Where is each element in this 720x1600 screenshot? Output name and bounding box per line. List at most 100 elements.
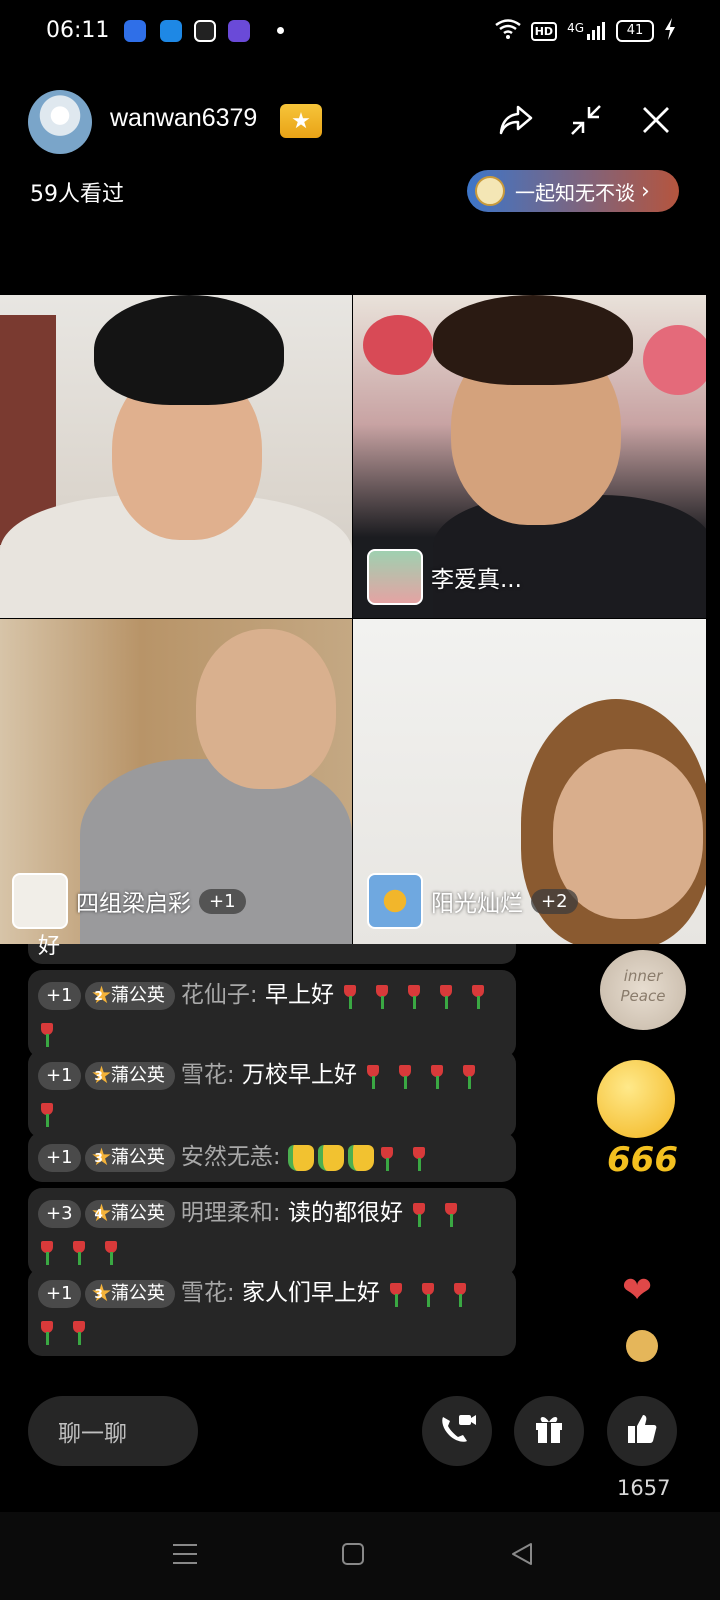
chevron-right-icon: › [641, 178, 650, 204]
fan-club-name: 蒲公英 [110, 1282, 165, 1304]
status-time: 06:11 [46, 18, 110, 43]
video-tile-participant-3[interactable]: 阳光灿烂 +2 [353, 619, 706, 944]
tulip-emoji-icon [442, 1201, 460, 1227]
tulip-emoji-icon [70, 1319, 88, 1345]
fan-badge: ★3 蒲公英 [84, 1143, 175, 1172]
chat-message[interactable]: +1 ★2 蒲公英 花仙子: 早上好 [28, 970, 516, 1058]
back-icon[interactable] [510, 1542, 534, 1570]
tulip-emoji-icon [387, 1281, 405, 1307]
tulip-emoji-icon [469, 983, 487, 1009]
wifi-icon [494, 19, 521, 43]
chat-message[interactable]: +3 ★4 蒲公英 明理柔和: 读的都很好 [28, 1188, 516, 1276]
chat-text: 家人们早上好 [241, 1280, 380, 1306]
charging-icon [664, 18, 676, 44]
tulip-emoji-icon [428, 1063, 446, 1089]
fan-club-name: 蒲公英 [110, 1202, 165, 1224]
video-call-icon [437, 1411, 477, 1451]
emoji-666-sticker: 666 [597, 1060, 687, 1190]
like-button[interactable] [607, 1396, 677, 1466]
gift-button[interactable] [514, 1396, 584, 1466]
like-count: 1657 [617, 1476, 671, 1500]
participant-label-3: 阳光灿烂 +2 [367, 873, 578, 929]
video-person-face [196, 629, 336, 789]
chat-sender[interactable]: 雪花: [181, 1280, 235, 1306]
chat-message[interactable]: +1 ★3 蒲公英 雪花: 万校早上好 [28, 1050, 516, 1138]
user-level-badge: +1 [38, 1279, 81, 1308]
chat-input-placeholder: 聊一聊 [58, 1421, 127, 1447]
thumbs-up-emoji-icon [287, 1144, 314, 1171]
chat-input[interactable]: 聊一聊 [28, 1396, 198, 1466]
system-nav-bar [0, 1512, 720, 1600]
participant-avatar[interactable] [12, 873, 68, 929]
chat-text: 好 [38, 934, 61, 959]
tulip-emoji-icon [373, 983, 391, 1009]
tulip-emoji-icon [451, 1281, 469, 1307]
thumbs-up-emoji-icon [347, 1144, 374, 1171]
video-person-hair [94, 295, 284, 405]
notification-dot [277, 27, 284, 34]
thumbs-up-emoji-icon [317, 1144, 344, 1171]
thinking-emoji-icon [626, 1330, 658, 1362]
peony-decor [643, 325, 706, 395]
chat-message[interactable]: +1 ★3 蒲公英 雪花: 家人们早上好 [28, 1268, 516, 1356]
smiley-icon [597, 1060, 675, 1138]
participant-level-badge: +2 [531, 888, 578, 914]
tulip-emoji-icon [396, 1063, 414, 1089]
participant-avatar[interactable] [367, 549, 423, 605]
status-bar: 06:11 HD 4G 41 [0, 0, 720, 64]
app-icon-cloud [160, 20, 182, 42]
tulip-emoji-icon [410, 1145, 428, 1171]
battery-level: 41 [626, 23, 644, 38]
tulip-emoji-icon [378, 1145, 396, 1171]
close-icon[interactable] [634, 98, 678, 142]
emoji-666-text: 666 [607, 1140, 678, 1180]
topic-label: 一起知无不谈 [515, 180, 635, 205]
minimize-icon[interactable] [564, 98, 608, 142]
chat-text: 早上好 [264, 982, 334, 1008]
tulip-emoji-icon [341, 983, 359, 1009]
video-tile-participant-2[interactable]: 四组梁启彩 +1 [0, 619, 352, 944]
chat-sender[interactable]: 明理柔和: [181, 1200, 281, 1226]
participant-name: 阳光灿烂 [431, 891, 523, 917]
chat-sender[interactable]: 花仙子: [181, 982, 258, 1008]
participant-label-2: 四组梁启彩 +1 [12, 873, 246, 929]
gift-icon [532, 1412, 566, 1450]
home-icon[interactable] [341, 1542, 365, 1570]
menu-icon[interactable] [172, 1542, 198, 1570]
chat-sender[interactable]: 安然无恙: [181, 1144, 281, 1170]
thumbs-up-icon [625, 1412, 659, 1450]
heart-icon: ❤ [622, 1270, 653, 1311]
host-avatar[interactable] [28, 90, 92, 154]
tulip-emoji-icon [405, 983, 423, 1009]
chat-text: 读的都很好 [287, 1200, 403, 1226]
tulip-emoji-icon [437, 983, 455, 1009]
share-icon[interactable] [494, 98, 538, 142]
user-level-badge: +1 [38, 981, 81, 1010]
peony-decor [363, 315, 433, 375]
chat-message[interactable]: +1 ★3 蒲公英 安然无恙: [28, 1132, 516, 1182]
host-username[interactable]: wanwan6379 [110, 104, 257, 133]
chat-sender[interactable]: 雪花: [181, 1062, 235, 1088]
user-level-badge: +1 [38, 1143, 81, 1172]
app-icon-arrow [194, 20, 216, 42]
baidu-icon [124, 20, 146, 42]
tulip-emoji-icon [38, 1239, 56, 1265]
viewer-count: 59人看过 [30, 182, 124, 207]
fan-badge: ★2 蒲公英 [84, 981, 175, 1010]
video-tile-host[interactable] [0, 295, 352, 618]
fan-level: 3 [94, 1286, 103, 1301]
network-type: 4G [567, 21, 584, 35]
user-level-badge: +1 [38, 1061, 81, 1090]
video-tile-participant-1[interactable]: 李爱真... [353, 295, 706, 618]
participant-avatar[interactable] [367, 873, 423, 929]
fan-badge: ★3 蒲公英 [84, 1279, 175, 1308]
fan-club-name: 蒲公英 [110, 984, 165, 1006]
topic-button[interactable]: 一起知无不谈 › [467, 170, 679, 212]
participant-name: 四组梁启彩 [76, 891, 191, 917]
video-call-button[interactable] [422, 1396, 492, 1466]
chat-text: 万校早上好 [241, 1062, 357, 1088]
fan-level: 4 [94, 1206, 103, 1221]
hd-badge: HD [530, 21, 558, 41]
tulip-emoji-icon [460, 1063, 478, 1089]
sticker-text: inner Peace [620, 967, 666, 1005]
